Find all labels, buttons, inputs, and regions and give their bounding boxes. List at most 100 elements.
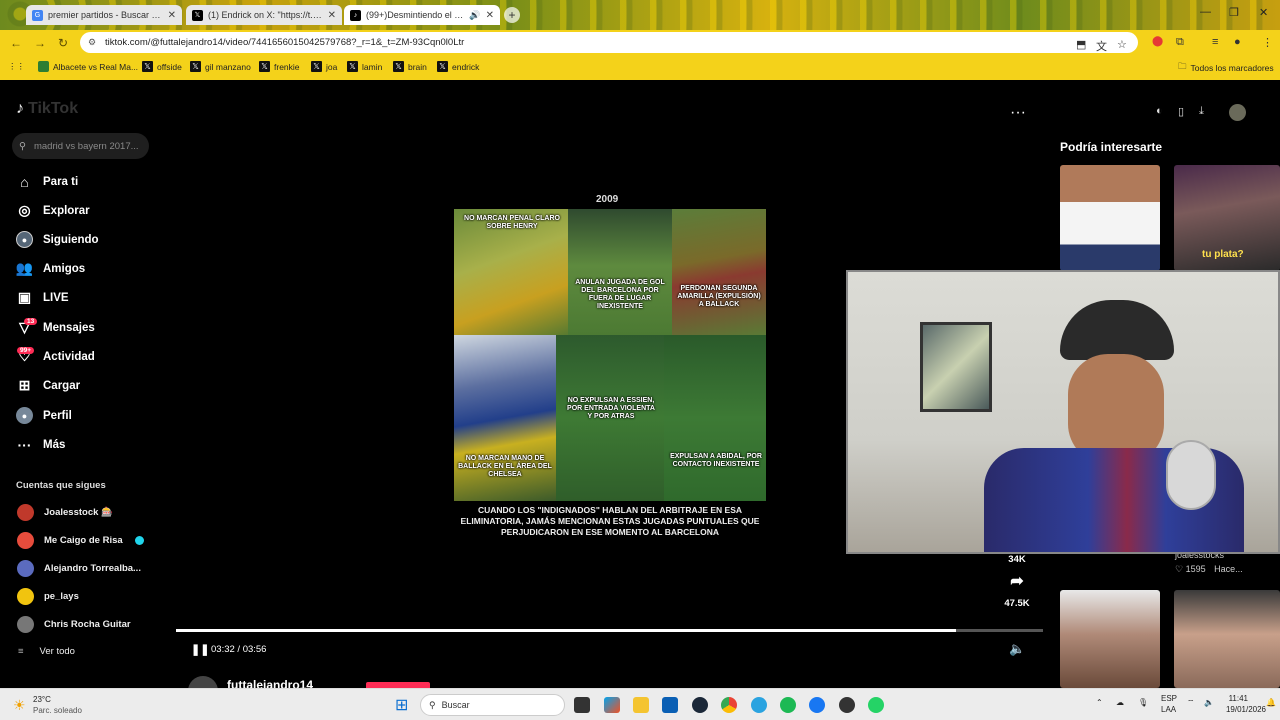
spotify-icon[interactable] (780, 697, 796, 713)
microphone (1166, 440, 1216, 510)
install-icon[interactable]: ⬒ (1076, 38, 1086, 51)
video-panel: NO MARCAN PENAL CLARO SOBRE HENRY (454, 209, 568, 335)
network-tray-icon[interactable]: ☁ (1116, 698, 1124, 707)
video-caption: CUANDO LOS "INDIGNADOS" HABLAN DEL ARBIT… (454, 502, 766, 550)
tiktok-logo[interactable]: ♪ TikTok (16, 100, 78, 118)
bookmark-frenkie[interactable]: 𝕏frenkie (259, 61, 300, 72)
profile-avatar-icon[interactable]: ● (1234, 36, 1241, 48)
app-icon[interactable] (839, 697, 855, 713)
x-icon: 𝕏 (142, 61, 153, 72)
back-icon[interactable]: ← (10, 36, 22, 50)
clock-time[interactable]: 11:41 (1220, 694, 1248, 703)
volume-icon[interactable]: 🔈 (1009, 641, 1025, 657)
reload-icon[interactable]: ↻ (58, 36, 68, 50)
nav-siguiendo[interactable]: ● Siguiendo (16, 231, 99, 248)
bookmark-albacete[interactable]: Albacete vs Real Ma... (38, 61, 138, 72)
nav-mas[interactable]: ··· Más (16, 436, 66, 453)
browser-tab-strip: G premier partidos - Buscar con Go ✕ 𝕏 (… (0, 0, 1280, 30)
more-options-icon[interactable]: ··· (1010, 104, 1026, 122)
address-bar[interactable]: ⚙ tiktok.com/@futtalejandro14/video/7441… (80, 32, 1138, 53)
weather-temp[interactable]: 23°C (33, 695, 51, 704)
facebook-icon[interactable] (809, 697, 825, 713)
new-tab-button[interactable]: + (504, 7, 520, 23)
all-bookmarks[interactable]: 🗀 Todos los marcadores (1178, 61, 1274, 75)
task-view-icon[interactable] (574, 697, 590, 713)
following-item[interactable]: Alejandro Torrealba... (17, 560, 141, 577)
close-window-icon[interactable]: ✕ (1259, 6, 1268, 19)
device-icon[interactable]: ▯ (1178, 105, 1192, 119)
start-icon[interactable]: ⊞ (395, 695, 408, 715)
avatar (17, 504, 34, 521)
language-indicator[interactable]: ESP (1161, 694, 1177, 703)
chrome-icon[interactable] (721, 697, 737, 713)
avatar (17, 560, 34, 577)
bookmark-star-icon[interactable]: ☆ (1117, 38, 1127, 51)
suggested-video-thumbnail[interactable] (1060, 165, 1160, 271)
bookmark-brain[interactable]: 𝕏brain (393, 61, 427, 72)
tab-google-search[interactable]: G premier partidos - Buscar con Go ✕ (26, 5, 182, 25)
tab-x-endrick[interactable]: 𝕏 (1) Endrick on X: "https://t.co/A ✕ (186, 5, 342, 25)
bookmark-offside[interactable]: 𝕏offside (142, 61, 182, 72)
x-icon: 𝕏 (437, 61, 448, 72)
nav-amigos[interactable]: 👥 Amigos (16, 260, 85, 277)
speaker-icon[interactable]: 🔈 (1204, 698, 1214, 707)
pause-icon[interactable]: ❚❚ (191, 643, 209, 656)
see-all-link[interactable]: ≡ Ver todo (18, 646, 75, 657)
taskbar-search[interactable]: ⚲ Buscar (420, 694, 565, 716)
minimize-icon[interactable]: — (1200, 6, 1211, 18)
suggested-video-thumbnail[interactable] (1174, 590, 1280, 688)
forward-icon[interactable]: → (34, 36, 46, 50)
x-icon: 𝕏 (393, 61, 404, 72)
notifications-icon[interactable]: 🔔 (1266, 698, 1276, 707)
mic-tray-icon[interactable]: 🎙 (1138, 698, 1148, 707)
video-panel: ANULAN JUGADA DE GOL DEL BARCELONA POR F… (568, 209, 672, 335)
download-icon[interactable]: ⤓ (1199, 105, 1213, 119)
suggested-video-thumbnail[interactable] (1060, 590, 1160, 688)
audio-playing-icon[interactable]: 🔊 (469, 10, 480, 21)
following-item[interactable]: Joalesstock 🎰 (17, 504, 113, 521)
maximize-icon[interactable]: ❐ (1229, 6, 1239, 19)
translate-icon[interactable]: 文 (1096, 38, 1107, 54)
bookmark-gil-manzano[interactable]: 𝕏gil manzano (190, 61, 251, 72)
following-item[interactable]: Chris Rocha Guitar (17, 616, 131, 633)
store-icon[interactable] (662, 697, 678, 713)
video-progress-bar[interactable] (176, 629, 1043, 632)
user-avatar[interactable] (1229, 104, 1246, 121)
extensions-icon[interactable]: ⧉ (1176, 36, 1184, 49)
suggested-video-thumbnail[interactable]: tu plata? (1174, 165, 1280, 271)
following-item[interactable]: pe_lays (17, 588, 79, 605)
nav-explorar[interactable]: ◎ Explorar (16, 202, 89, 219)
whatsapp-icon[interactable] (868, 697, 884, 713)
share-icon[interactable]: ➦ (1005, 571, 1029, 591)
close-tab-icon[interactable]: ✕ (328, 10, 336, 21)
avatar (17, 588, 34, 605)
media-controls-icon[interactable]: ≡ (1212, 36, 1218, 48)
site-info-icon[interactable]: ⚙ (88, 37, 99, 48)
nav-cargar[interactable]: ⊞ Cargar (16, 377, 80, 394)
nav-perfil[interactable]: ● Perfil (16, 407, 72, 424)
compass-icon: ◎ (18, 202, 31, 218)
menu-icon[interactable]: ⋮ (1262, 36, 1273, 49)
tab-tiktok[interactable]: ♪ (99+)Desmintiendo el 'Robo 🔊 ✕ (344, 5, 500, 25)
nav-live[interactable]: ▣ LIVE (16, 289, 69, 306)
bookmark-endrick[interactable]: 𝕏endrick (437, 61, 479, 72)
language-layout: LAA (1161, 705, 1177, 714)
bookmark-lamin[interactable]: 𝕏lamin (347, 61, 382, 72)
close-tab-icon[interactable]: ✕ (486, 10, 494, 21)
video-player[interactable]: NO MARCAN PENAL CLARO SOBRE HENRY ANULAN… (454, 193, 766, 545)
steam-icon[interactable] (692, 697, 708, 713)
telegram-icon[interactable] (751, 697, 767, 713)
apps-icon[interactable]: ⋮⋮ (8, 61, 25, 72)
following-item[interactable]: Me Caigo de Risa (17, 532, 144, 549)
bookmark-joa[interactable]: 𝕏joa (311, 61, 337, 72)
copilot-icon[interactable] (604, 697, 620, 713)
nav-para-ti[interactable]: ⌂ Para ti (16, 173, 78, 190)
search-input[interactable]: ⚲ madrid vs bayern 2017... (12, 133, 149, 159)
browser-toolbar: ← → ↻ ⚙ tiktok.com/@futtalejandro14/vide… (0, 30, 1280, 55)
close-tab-icon[interactable]: ✕ (168, 10, 176, 21)
file-explorer-icon[interactable] (633, 697, 649, 713)
adblock-icon[interactable]: ⬤ (1152, 36, 1163, 47)
tray-expand-icon[interactable]: ⌃ (1096, 698, 1103, 707)
help-icon[interactable]: ◐ (1156, 105, 1170, 119)
wifi-icon[interactable]: ⌔ (1187, 698, 1195, 708)
